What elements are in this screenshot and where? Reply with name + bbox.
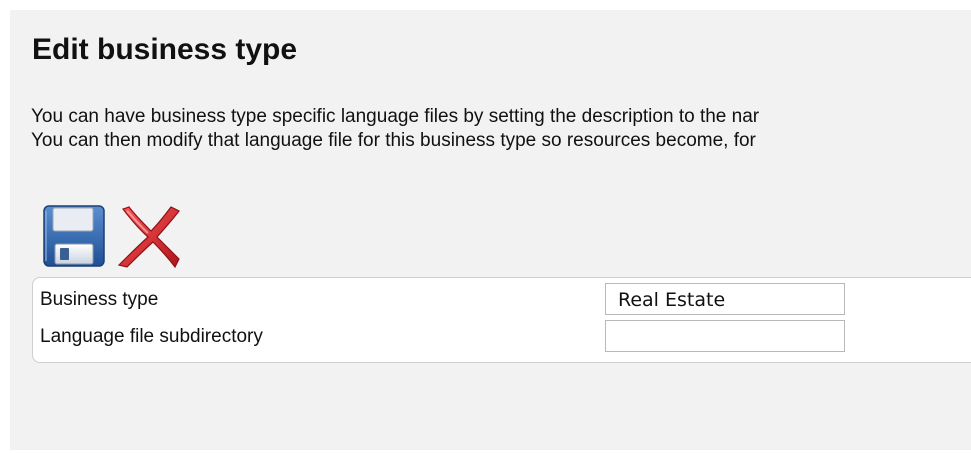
page-title: Edit business type bbox=[32, 33, 298, 66]
business-type-label: Business type bbox=[40, 289, 159, 310]
cancel-button[interactable] bbox=[115, 203, 181, 269]
floppy-disk-save-icon bbox=[43, 205, 105, 267]
description-line-1: You can have business type specific lang… bbox=[31, 106, 760, 127]
language-file-subdirectory-label: Language file subdirectory bbox=[40, 326, 263, 347]
business-type-input[interactable] bbox=[605, 283, 845, 315]
save-button[interactable] bbox=[41, 203, 107, 269]
red-x-cancel-icon bbox=[117, 206, 180, 269]
business-type-form: Business type Language file subdirectory bbox=[32, 277, 971, 363]
edit-business-type-page: Edit business type You can have business… bbox=[10, 10, 971, 450]
description-line-2: You can then modify that language file f… bbox=[31, 130, 756, 151]
language-file-subdirectory-input[interactable] bbox=[605, 320, 845, 352]
